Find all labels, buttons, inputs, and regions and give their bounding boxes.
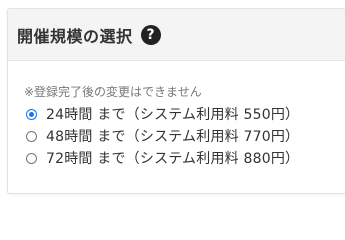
radio-24h[interactable] [26,108,37,120]
option-24h-label: 24時間 まで（システム利用料 550円） [46,107,300,123]
option-48h-label: 48時間 まで（システム利用料 770円） [46,129,300,145]
option-72h-label: 72時間 まで（システム利用料 880円） [46,151,300,167]
event-size-card: 開催規模の選択 ? ※登録完了後の変更はできません 24時間 まで（システム利用… [7,8,345,194]
option-24h[interactable]: 24時間 まで（システム利用料 550円） [26,103,345,125]
option-48h[interactable]: 48時間 まで（システム利用料 770円） [26,125,345,147]
card-header: 開催規模の選択 ? [8,9,345,61]
question-circle-icon[interactable]: ? [140,24,161,45]
section-title: 開催規模の選択 [17,26,133,46]
card-body: ※登録完了後の変更はできません 24時間 まで（システム利用料 550円） 48… [8,61,345,169]
change-note: ※登録完了後の変更はできません [24,85,202,99]
radio-48h[interactable] [26,130,37,142]
radio-72h[interactable] [26,152,37,164]
option-72h[interactable]: 72時間 まで（システム利用料 880円） [26,147,345,169]
page: 開催規模の選択 ? ※登録完了後の変更はできません 24時間 まで（システム利用… [0,0,345,206]
